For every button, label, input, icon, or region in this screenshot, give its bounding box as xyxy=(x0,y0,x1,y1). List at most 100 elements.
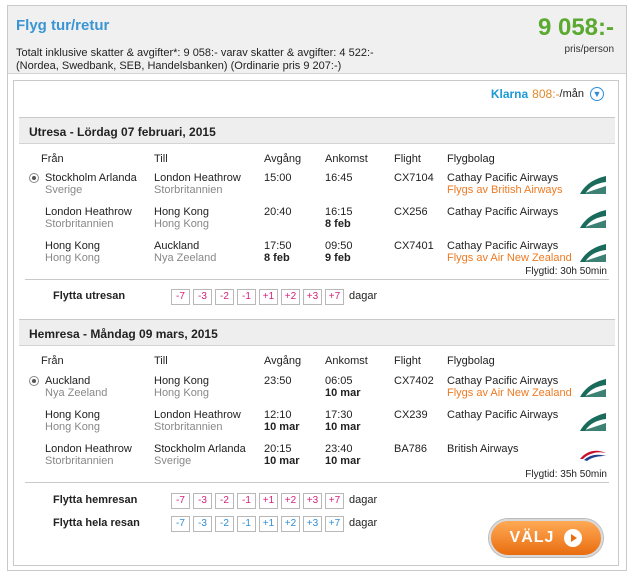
leg-arrival: 09:50 9 feb xyxy=(325,240,353,264)
leg-arrival: 16:45 xyxy=(325,172,353,184)
itinerary-panel: Klarna 808:- /mån ▼ Utresa - Lördag 07 f… xyxy=(13,80,619,566)
day-shift-button[interactable]: -7 xyxy=(171,493,190,509)
klarna-suffix: /mån xyxy=(559,88,584,100)
offer-header: Flyg tur/retur 9 058:- pris/person Total… xyxy=(8,6,626,74)
day-shift-button[interactable]: +7 xyxy=(325,289,344,305)
chevron-down-icon[interactable]: ▼ xyxy=(590,87,604,101)
col-flight: Flight xyxy=(394,355,421,367)
day-shift-button[interactable]: +3 xyxy=(303,289,322,305)
move-inbound-label: Flytta hemresan xyxy=(53,494,138,506)
offer-price: 9 058:- xyxy=(537,14,614,41)
col-arrival: Ankomst xyxy=(325,355,368,367)
col-from: Från xyxy=(41,355,64,367)
move-whole-trip-buttons: -7 -3 -2 -1 +1 +2 +3 +7 xyxy=(171,516,344,532)
leg-departure: 20:15 10 mar xyxy=(264,443,300,467)
move-inbound-buttons: -7 -3 -2 -1 +1 +2 +3 +7 xyxy=(171,493,344,509)
day-shift-button[interactable]: +3 xyxy=(303,516,322,532)
outbound-header: Utresa - Lördag 07 februari, 2015 xyxy=(19,118,615,144)
leg-to: London Heathrow Storbritannien xyxy=(154,172,241,196)
day-shift-button[interactable]: -1 xyxy=(237,289,256,305)
leg-from: Hong Kong Hong Kong xyxy=(45,409,101,433)
outbound-select-radio[interactable] xyxy=(29,173,39,183)
day-shift-button[interactable]: -2 xyxy=(215,493,234,509)
klarna-amount: 808:- xyxy=(532,87,560,101)
days-label: dagar xyxy=(349,290,378,302)
cathay-pacific-logo xyxy=(580,210,606,228)
day-shift-button[interactable]: -7 xyxy=(171,516,190,532)
leg-airline: Cathay Pacific Airways xyxy=(447,206,559,218)
british-airways-logo xyxy=(580,450,606,461)
klarna-logo: Klarna xyxy=(490,87,529,101)
day-shift-button[interactable]: -1 xyxy=(237,516,256,532)
inbound-header: Hemresa - Måndag 09 mars, 2015 xyxy=(19,320,615,346)
total-price-text: Totalt inklusive skatter & avgifter*: 9 … xyxy=(16,47,374,59)
leg-airline: Cathay Pacific Airways Flygs av Air New Z… xyxy=(447,240,572,264)
price-per-person-label: pris/person xyxy=(564,44,614,55)
inbound-select-radio[interactable] xyxy=(29,376,39,386)
klarna-installment[interactable]: Klarna 808:- /mån ▼ xyxy=(491,87,604,101)
col-flight: Flight xyxy=(394,153,421,165)
day-shift-button[interactable]: -7 xyxy=(171,289,190,305)
leg-airline: British Airways xyxy=(447,443,519,455)
day-shift-button[interactable]: +2 xyxy=(281,493,300,509)
day-shift-button[interactable]: +1 xyxy=(259,516,278,532)
day-shift-button[interactable]: -2 xyxy=(215,516,234,532)
leg-flight: CX7401 xyxy=(394,240,434,252)
leg-departure: 20:40 xyxy=(264,206,292,218)
day-shift-button[interactable]: -3 xyxy=(193,289,212,305)
col-to: Till xyxy=(154,355,168,367)
day-shift-button[interactable]: -3 xyxy=(193,516,212,532)
day-shift-button[interactable]: -2 xyxy=(215,289,234,305)
day-shift-button[interactable]: +2 xyxy=(281,289,300,305)
day-shift-button[interactable]: -3 xyxy=(193,493,212,509)
arrow-right-icon xyxy=(564,529,583,547)
leg-from: Stockholm Arlanda Sverige xyxy=(45,172,137,196)
cathay-pacific-logo xyxy=(580,379,606,397)
leg-flight: CX7402 xyxy=(394,375,434,387)
leg-from: Auckland Nya Zeeland xyxy=(45,375,108,399)
leg-airline: Cathay Pacific Airways xyxy=(447,409,559,421)
leg-to: London Heathrow Storbritannien xyxy=(154,409,241,433)
select-button-label: VÄLJ xyxy=(509,529,555,546)
move-whole-trip-label: Flytta hela resan xyxy=(53,517,140,529)
outbound-duration: Flygtid: 30h 50min xyxy=(525,266,607,277)
select-button[interactable]: VÄLJ xyxy=(489,519,603,557)
leg-flight: CX7104 xyxy=(394,172,434,184)
leg-arrival: 23:40 10 mar xyxy=(325,443,361,467)
day-shift-button[interactable]: +3 xyxy=(303,493,322,509)
leg-departure: 23:50 xyxy=(264,375,292,387)
cathay-pacific-logo xyxy=(580,244,606,262)
divider xyxy=(25,482,609,483)
day-shift-button[interactable]: -1 xyxy=(237,493,256,509)
inbound-title: Hemresa - Måndag 09 mars, 2015 xyxy=(29,327,218,341)
col-departure: Avgång xyxy=(264,355,302,367)
leg-to: Stockholm Arlanda Sverige xyxy=(154,443,246,467)
divider xyxy=(25,279,609,280)
leg-to: Auckland Nya Zeeland xyxy=(154,240,217,264)
outbound-title: Utresa - Lördag 07 februari, 2015 xyxy=(29,125,216,139)
leg-flight: BA786 xyxy=(394,443,428,455)
leg-from: London Heathrow Storbritannien xyxy=(45,443,132,467)
leg-departure: 17:50 8 feb xyxy=(264,240,292,264)
day-shift-button[interactable]: +7 xyxy=(325,516,344,532)
day-shift-button[interactable]: +7 xyxy=(325,493,344,509)
day-shift-button[interactable]: +1 xyxy=(259,289,278,305)
leg-from: Hong Kong Hong Kong xyxy=(45,240,101,264)
flight-offer-card: Flyg tur/retur 9 058:- pris/person Total… xyxy=(7,5,627,571)
leg-arrival: 17:30 10 mar xyxy=(325,409,361,433)
leg-departure: 12:10 10 mar xyxy=(264,409,300,433)
leg-airline: Cathay Pacific Airways Flygs av Air New Z… xyxy=(447,375,572,399)
move-outbound-buttons: -7 -3 -2 -1 +1 +2 +3 +7 xyxy=(171,289,344,305)
col-departure: Avgång xyxy=(264,153,302,165)
offer-title: Flyg tur/retur xyxy=(16,17,110,34)
leg-flight: CX256 xyxy=(394,206,428,218)
leg-to: Hong Kong Hong Kong xyxy=(154,375,210,399)
inbound-duration: Flygtid: 35h 50min xyxy=(525,469,607,480)
leg-airline: Cathay Pacific Airways Flygs av British A… xyxy=(447,172,563,196)
day-shift-button[interactable]: +2 xyxy=(281,516,300,532)
days-label: dagar xyxy=(349,517,378,529)
day-shift-button[interactable]: +1 xyxy=(259,493,278,509)
leg-arrival: 16:15 8 feb xyxy=(325,206,353,230)
leg-flight: CX239 xyxy=(394,409,428,421)
outbound-section: Utresa - Lördag 07 februari, 2015 Från T… xyxy=(19,117,615,309)
